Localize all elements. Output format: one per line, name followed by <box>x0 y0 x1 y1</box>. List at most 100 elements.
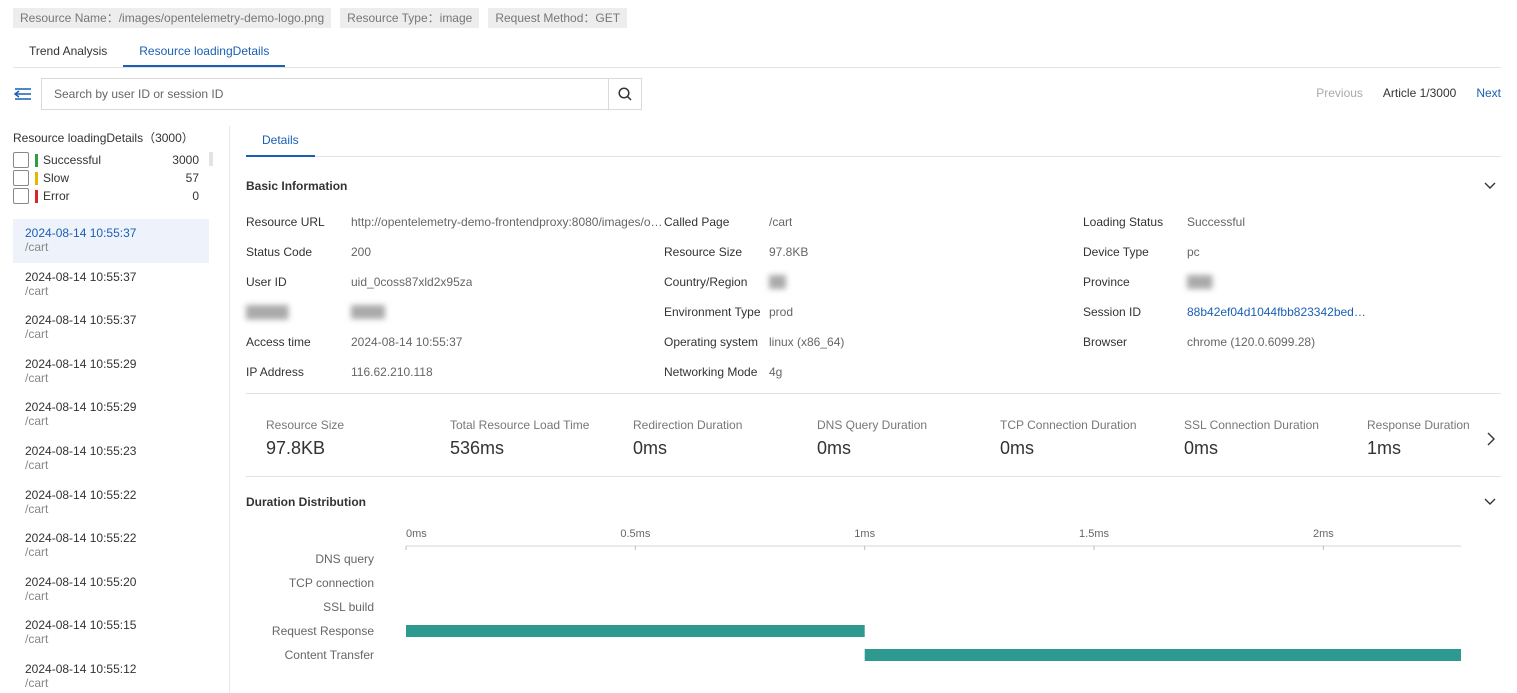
list-item[interactable]: 2024-08-14 10:55:37/cart <box>13 306 209 350</box>
record-time: 2024-08-14 10:55:37 <box>25 226 137 240</box>
metric-value: 97.8KB <box>266 438 326 458</box>
list-item[interactable]: 2024-08-14 10:55:12/cart <box>13 655 209 693</box>
list-item[interactable]: 2024-08-14 10:55:37/cart <box>13 263 209 307</box>
x-tick-label: 1.5ms <box>1079 528 1109 540</box>
next-button[interactable]: Next <box>1476 86 1501 100</box>
filter-successful: Successful 3000 <box>13 151 199 169</box>
list-item[interactable]: 2024-08-14 10:55:23/cart <box>13 437 209 481</box>
filter-slow: Slow 57 <box>13 169 199 187</box>
info-label: Province <box>1083 275 1130 289</box>
filter-count: 0 <box>192 189 199 203</box>
list-item[interactable]: 2024-08-14 10:55:37/cart <box>13 219 209 263</box>
metric-value: 0ms <box>817 438 852 458</box>
metric-label: Resource Size <box>266 418 345 432</box>
previous-button[interactable]: Previous <box>1316 86 1363 100</box>
search-icon <box>618 87 632 101</box>
error-checkbox[interactable] <box>13 188 29 204</box>
record-time: 2024-08-14 10:55:20 <box>25 574 137 589</box>
info-label: IP Address <box>246 365 304 379</box>
chevron-down-icon[interactable] <box>1484 179 1496 191</box>
pagination: Previous Article 1/3000 Next <box>1316 86 1501 100</box>
metric-label: SSL Connection Duration <box>1184 418 1319 432</box>
filter-label: Slow <box>43 171 70 185</box>
metric-label: TCP Connection Duration <box>1000 418 1137 432</box>
info-label: Status Code <box>246 245 313 259</box>
category-label: TCP connection <box>289 576 374 590</box>
record-page: /cart <box>25 283 49 298</box>
duration-bar[interactable] <box>406 625 865 637</box>
redacted-label: █████ <box>246 305 289 319</box>
details-panel: Details Basic Information Resource URL h… <box>246 126 1501 693</box>
category-label: DNS query <box>315 552 374 566</box>
info-browser: Browser chrome (120.0.6099.28) <box>1083 335 1501 351</box>
x-tick-label: 1ms <box>854 528 875 540</box>
list-item[interactable]: 2024-08-14 10:55:29/cart <box>13 350 209 394</box>
successful-checkbox[interactable] <box>13 152 29 168</box>
slow-checkbox[interactable] <box>13 170 29 186</box>
record-time: 2024-08-14 10:55:15 <box>25 618 137 633</box>
record-time: 2024-08-14 10:55:29 <box>25 400 137 415</box>
info-value: Successful <box>1187 215 1246 229</box>
redacted-value: ████ <box>351 305 386 319</box>
record-time: 2024-08-14 10:55:22 <box>25 487 137 502</box>
metric-value: 0ms <box>1000 438 1035 458</box>
metric-label: Response Duration <box>1367 418 1470 432</box>
info-value: 97.8KB <box>769 245 809 259</box>
info-value: 116.62.210.118 <box>351 365 433 379</box>
list-item[interactable]: 2024-08-14 10:55:29/cart <box>13 393 209 437</box>
metric-label: Redirection Duration <box>633 418 743 432</box>
resource-name-tag: Resource Name：/images/opentelemetry-demo… <box>13 8 332 28</box>
record-time: 2024-08-14 10:55:37 <box>25 269 137 284</box>
info-label: Called Page <box>664 215 730 229</box>
info-value: pc <box>1187 245 1200 259</box>
session-id-link[interactable]: 88b42ef04d1044fbb823342bed… <box>1187 305 1366 319</box>
collapse-list-icon[interactable] <box>13 84 33 104</box>
info-operating-system: Operating system linux (x86_64) <box>664 335 1082 351</box>
record-page: /cart <box>25 632 49 647</box>
x-tick-label: 0.5ms <box>620 528 650 540</box>
metric-dns-query: DNS Query Duration 0ms <box>817 418 1000 459</box>
metric-total-load-time: Total Resource Load Time 536ms <box>450 418 633 459</box>
list-item[interactable]: 2024-08-14 10:55:22/cart <box>13 481 209 525</box>
info-status-code: Status Code 200 <box>246 245 664 261</box>
duration-chart: 0ms 0.5ms 1ms 1.5ms 2ms DNS query TCP connecti… <box>246 522 1501 667</box>
slow-color-bar <box>35 171 38 185</box>
search-button[interactable] <box>608 79 641 109</box>
search-input[interactable] <box>42 79 608 109</box>
chevron-down-icon[interactable] <box>1484 495 1496 507</box>
info-province: Province ███ <box>1083 275 1501 291</box>
info-label: Resource URL <box>246 215 325 229</box>
list-item[interactable]: 2024-08-14 10:55:22/cart <box>13 524 209 568</box>
info-resource-size: Resource Size 97.8KB <box>664 245 1082 261</box>
details-tabs: Details <box>246 126 1501 157</box>
info-value: prod <box>769 305 794 319</box>
record-page: /cart <box>25 675 49 690</box>
duration-bar[interactable] <box>864 649 1461 661</box>
info-value: 2024-08-14 10:55:37 <box>351 335 463 349</box>
category-label: SSL build <box>323 600 374 614</box>
info-label: Environment Type <box>664 305 761 319</box>
info-label: Operating system <box>664 335 759 349</box>
filter-count: 3000 <box>172 153 199 167</box>
tab-trend-analysis[interactable]: Trend Analysis <box>13 36 123 67</box>
page-indicator: Article 1/3000 <box>1382 86 1457 100</box>
list-item[interactable]: 2024-08-14 10:55:20/cart <box>13 568 209 612</box>
info-value: uid_0coss87xld2x95za <box>351 275 473 289</box>
list-item[interactable]: 2024-08-14 10:55:15/cart <box>13 611 209 655</box>
successful-color-bar <box>35 153 38 167</box>
tab-details[interactable]: Details <box>246 126 315 157</box>
filter-scrollbar[interactable] <box>209 152 213 166</box>
record-list: 2024-08-14 10:55:37/cart 2024-08-14 10:5… <box>13 219 209 693</box>
info-resource-url: Resource URL http://opentelemetry-demo-f… <box>246 215 664 231</box>
chevron-right-icon[interactable] <box>1486 432 1496 446</box>
error-color-bar <box>35 189 38 203</box>
tab-resource-loading-details[interactable]: Resource loadingDetails <box>123 36 286 67</box>
filter-count: 57 <box>185 171 199 185</box>
metric-value: 0ms <box>1184 438 1219 458</box>
record-page: /cart <box>25 370 49 385</box>
info-value: 4g <box>769 365 783 379</box>
metric-resource-size: Resource Size 97.8KB <box>266 418 449 459</box>
record-time: 2024-08-14 10:55:12 <box>25 661 137 676</box>
info-value: linux (x86_64) <box>769 335 845 349</box>
info-device-type: Device Type pc <box>1083 245 1501 261</box>
